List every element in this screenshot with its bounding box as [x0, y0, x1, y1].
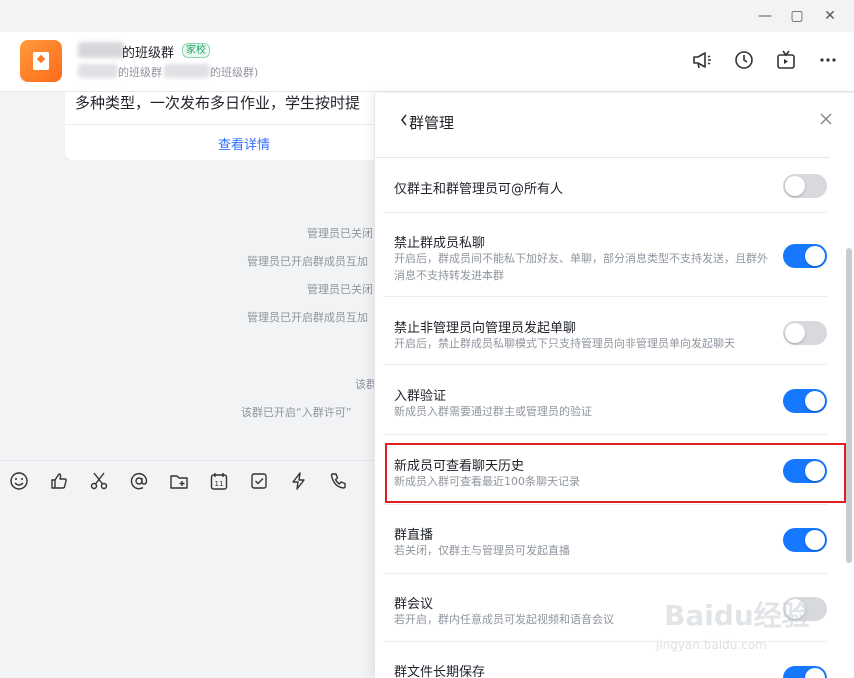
system-message: 管理员已开启群成员互加 — [247, 255, 368, 268]
panel-scrollbar[interactable] — [846, 248, 852, 563]
setting-description: 若关闭，仅群主与管理员可发起直播 — [394, 544, 570, 557]
live-tv-icon[interactable] — [774, 48, 798, 72]
setting-label: 禁止群成员私聊 — [394, 236, 486, 251]
emoji-icon[interactable] — [9, 471, 29, 491]
group-live-toggle[interactable] — [783, 528, 827, 552]
window-titlebar: — ▢ ✕ — [0, 0, 854, 32]
redacted-name — [78, 42, 124, 58]
setting-label: 群文件长期保存 — [394, 665, 486, 678]
highlight-box — [385, 443, 846, 503]
group-subtitle: 的班级群 — [118, 66, 162, 79]
group-management-panel: 群管理 仅群主和群管理员可@所有人 禁止群成员私聊 开启后，群成员间不能私下加好… — [374, 93, 854, 678]
redacted-text — [78, 64, 118, 78]
group-name[interactable]: 的班级群 — [122, 42, 174, 61]
setting-label: 群会议 — [394, 597, 434, 612]
thumbs-up-icon[interactable] — [49, 471, 69, 491]
panel-header: 群管理 — [375, 93, 854, 149]
chat-header: 的班级群 家校 的班级群 的班级群) — [0, 32, 854, 92]
setting-label: 仅群主和群管理员可@所有人 — [394, 182, 564, 197]
setting-row-join-verification: 入群验证 新成员入群需要通过群主或管理员的验证 — [383, 365, 828, 435]
system-message: 该群已开启“入群许可” — [241, 406, 352, 419]
file-retention-toggle[interactable] — [783, 666, 827, 678]
window-close-button[interactable]: ✕ — [820, 6, 840, 26]
folder-add-icon[interactable] — [169, 471, 189, 491]
setting-row-no-private-chat: 禁止群成员私聊 开启后，群成员间不能私下加好友、单聊，部分消息类型不支持发送，且… — [383, 213, 828, 297]
scissors-icon[interactable] — [89, 471, 109, 491]
join-verification-toggle[interactable] — [783, 389, 827, 413]
redacted-text — [164, 64, 210, 78]
setting-row-no-dm-to-admin: 禁止非管理员向管理员发起单聊 开启后，禁止群成员私聊模式下只支持管理员向非管理员… — [383, 297, 828, 365]
mention-icon[interactable] — [129, 471, 149, 491]
calendar-icon[interactable]: 11 — [209, 471, 229, 491]
system-message: 管理员已关闭 — [307, 227, 373, 240]
announcement-icon[interactable] — [690, 48, 714, 72]
watermark-brand: Baidu经验 — [664, 599, 810, 632]
homework-card: 多种类型，一次发布多日作业，学生按时提 查看详情 — [65, 92, 385, 160]
setting-description: 开启后，禁止群成员私聊模式下只支持管理员向非管理员单向发起聊天 — [394, 337, 735, 350]
maximize-button[interactable]: ▢ — [787, 6, 807, 26]
close-icon[interactable] — [818, 111, 834, 127]
baidu-watermark: Baidu经验 jingyan.baidu.com — [640, 594, 850, 664]
setting-description: 开启后，群成员间不能私下加好友、单聊，部分消息类型不支持发送，且群外消息不支持转… — [394, 252, 768, 282]
school-tag-badge: 家校 — [182, 43, 210, 58]
more-icon[interactable] — [816, 48, 840, 72]
system-message: 管理员已开启群成员互加 — [247, 311, 368, 324]
history-clock-icon[interactable] — [732, 48, 756, 72]
input-toolbar: 11 — [0, 460, 374, 498]
view-details-link[interactable]: 查看详情 — [65, 134, 423, 153]
book-icon — [33, 52, 49, 70]
minimize-button[interactable]: — — [755, 6, 775, 26]
svg-text:11: 11 — [215, 480, 224, 488]
group-avatar[interactable] — [20, 40, 62, 82]
watermark-url: jingyan.baidu.com — [656, 638, 767, 652]
system-message: 管理员已关闭 — [307, 283, 373, 296]
lightning-icon[interactable] — [289, 471, 309, 491]
setting-label: 入群验证 — [394, 389, 447, 404]
task-check-icon[interactable] — [249, 471, 269, 491]
back-chevron-icon[interactable] — [399, 113, 409, 127]
divider — [65, 124, 385, 125]
call-icon[interactable] — [329, 471, 349, 491]
setting-description: 新成员入群需要通过群主或管理员的验证 — [394, 405, 592, 418]
setting-row-mention-all: 仅群主和群管理员可@所有人 — [383, 158, 828, 213]
setting-row-group-live: 群直播 若关闭，仅群主与管理员可发起直播 — [383, 505, 828, 574]
card-text: 多种类型，一次发布多日作业，学生按时提 — [75, 94, 361, 112]
no-private-chat-toggle[interactable] — [783, 244, 827, 268]
panel-title: 群管理 — [409, 114, 455, 132]
setting-label: 禁止非管理员向管理员发起单聊 — [394, 321, 577, 336]
mention-all-toggle[interactable] — [783, 174, 827, 198]
group-subtitle-end: 的班级群) — [210, 66, 259, 79]
no-dm-to-admin-toggle[interactable] — [783, 321, 827, 345]
setting-label: 群直播 — [394, 528, 434, 543]
